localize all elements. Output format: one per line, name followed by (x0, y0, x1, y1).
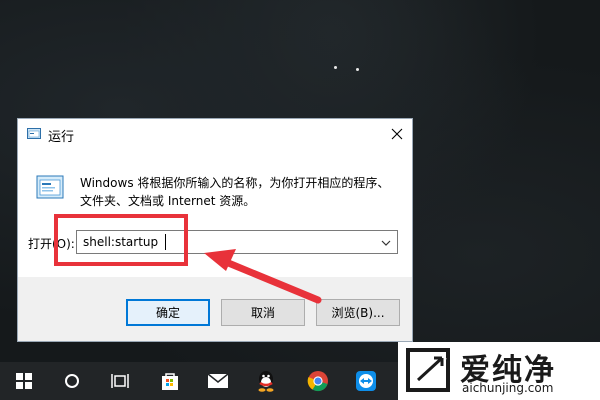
watermark-url: aichunjing.com (462, 381, 554, 395)
desktop-dot (356, 68, 359, 71)
chevron-down-icon[interactable] (379, 236, 393, 250)
watermark-logo (406, 348, 450, 392)
search-button[interactable] (52, 362, 92, 400)
task-view-button[interactable] (100, 362, 140, 400)
teamviewer-icon (356, 371, 376, 391)
qq-button[interactable] (246, 362, 286, 400)
dialog-description: Windows 将根据你所输入的名称，为你打开相应的程序、 文件夹、文档或 In… (80, 174, 400, 210)
highlight-box (54, 214, 188, 266)
run-program-icon (36, 175, 64, 199)
teamviewer-button[interactable] (346, 362, 386, 400)
mail-icon (207, 373, 229, 388)
dialog-titlebar[interactable]: 运行 (18, 119, 412, 149)
windows-start-icon (16, 373, 32, 389)
run-app-icon (27, 128, 41, 139)
desktop-dot (334, 66, 337, 69)
search-circle-icon (65, 374, 79, 388)
store-button[interactable] (150, 362, 190, 400)
store-icon (162, 373, 178, 390)
start-button[interactable] (4, 362, 44, 400)
close-icon (391, 128, 403, 140)
task-view-icon (111, 374, 129, 388)
cancel-button[interactable]: 取消 (221, 299, 305, 326)
mail-button[interactable] (198, 362, 238, 400)
description-line: 文件夹、文档或 Internet 资源。 (80, 194, 256, 208)
close-button[interactable] (382, 119, 412, 149)
dialog-footer: 确定 取消 浏览(B)... (18, 277, 412, 341)
watermark: 爱纯净 aichunjing.com (398, 342, 600, 400)
ok-button[interactable]: 确定 (126, 299, 210, 326)
dialog-title: 运行 (48, 130, 75, 145)
qq-icon (258, 371, 274, 392)
chrome-icon (307, 371, 328, 392)
chrome-button[interactable] (298, 362, 338, 400)
browse-button[interactable]: 浏览(B)... (316, 299, 400, 326)
description-line: Windows 将根据你所输入的名称，为你打开相应的程序、 (80, 176, 390, 190)
